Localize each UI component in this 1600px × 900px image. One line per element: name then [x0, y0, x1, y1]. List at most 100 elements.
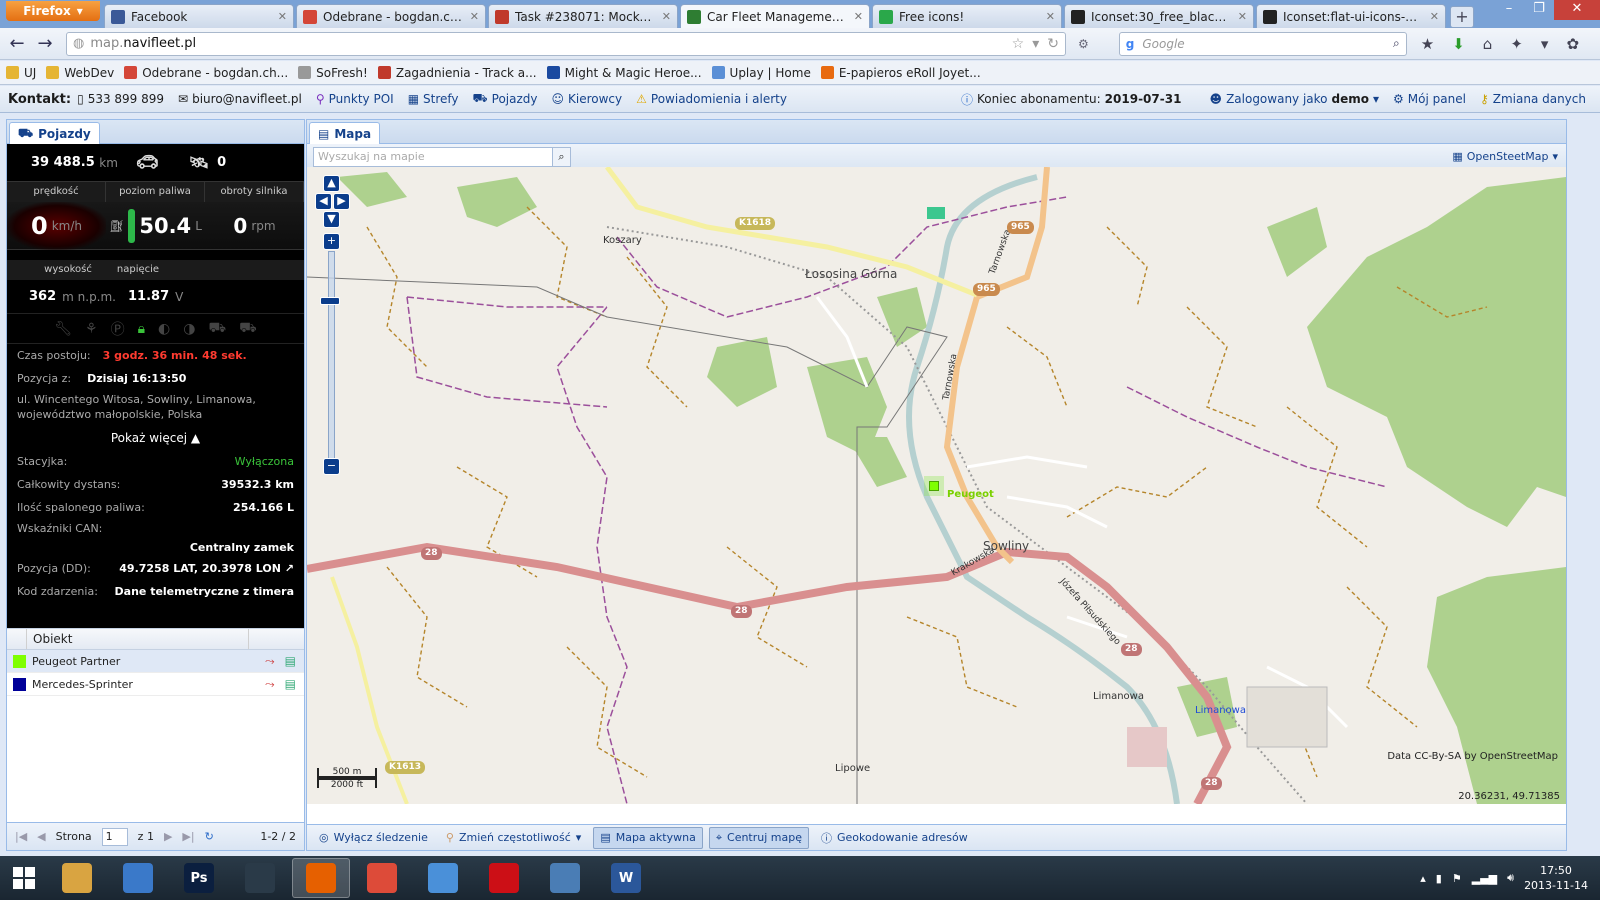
- restore-button[interactable]: ❐: [1524, 0, 1554, 20]
- tab-vehicles[interactable]: ⛟ Pojazdy: [9, 122, 100, 144]
- last-page-button[interactable]: ▶|: [182, 830, 194, 843]
- close-tab-icon[interactable]: ✕: [278, 10, 287, 23]
- taskbar-app-image-viewer[interactable]: [536, 858, 594, 898]
- forward-button[interactable]: →: [34, 33, 56, 55]
- bookmark-item[interactable]: E-papieros eRoll Joyet...: [820, 66, 981, 80]
- network-icon[interactable]: ▮: [1436, 872, 1442, 885]
- start-button[interactable]: [0, 856, 48, 900]
- details-icon[interactable]: ▤: [285, 677, 296, 692]
- volume-icon[interactable]: 🔊︎: [1507, 871, 1514, 885]
- bookmark-item[interactable]: Zagadnienia - Track a...: [377, 66, 537, 80]
- next-page-button[interactable]: ▶: [164, 830, 172, 843]
- column-object[interactable]: Obiekt: [27, 629, 249, 649]
- addon-icon[interactable]: ⚙: [1078, 37, 1089, 51]
- taskbar-app-explorer[interactable]: [48, 858, 106, 898]
- tab-map[interactable]: ▤ Mapa: [309, 122, 381, 144]
- menu-alerts[interactable]: Powiadomienia i alerty: [651, 92, 787, 106]
- disable-tracking-button[interactable]: ◎ Wyłącz śledzenie: [313, 827, 434, 849]
- minimize-button[interactable]: –: [1494, 0, 1524, 20]
- prev-page-button[interactable]: ◀: [37, 830, 45, 843]
- url-bar[interactable]: ◍ map.navifleet.pl ☆ ▾ ↻: [66, 31, 1066, 56]
- geocoding-button[interactable]: ⓘ Geokodowanie adresów: [815, 827, 974, 849]
- email-link[interactable]: biuro@navifleet.pl: [192, 92, 302, 106]
- browser-tab[interactable]: Odebrane - bogdan.chwal...✕: [296, 4, 486, 28]
- taskbar-app-alien[interactable]: [231, 858, 289, 898]
- download-icon[interactable]: ⬇: [1452, 35, 1465, 53]
- taskbar-app-firefox[interactable]: [292, 858, 350, 898]
- firefox-menu-button[interactable]: Firefox ▾: [6, 1, 100, 21]
- search-icon[interactable]: ⌕: [553, 146, 571, 167]
- close-tab-icon[interactable]: ✕: [854, 10, 863, 23]
- close-tab-icon[interactable]: ✕: [470, 10, 479, 23]
- bookmark-item[interactable]: Might & Magic Heroe...: [546, 66, 702, 80]
- bookmarks-icon[interactable]: ★: [1421, 35, 1434, 53]
- menu-icon[interactable]: ▾: [1541, 35, 1549, 53]
- tools-icon[interactable]: ✿: [1566, 35, 1579, 53]
- taskbar-app-control-panel[interactable]: [109, 858, 167, 898]
- user-menu[interactable]: demo: [1332, 92, 1369, 106]
- external-link-icon[interactable]: ↗: [285, 562, 294, 575]
- reload-icon[interactable]: ↻: [1047, 36, 1059, 52]
- menu-zones[interactable]: Strefy: [423, 92, 459, 106]
- clock[interactable]: 17:50 2013-11-14: [1524, 863, 1588, 893]
- bookmark-item[interactable]: Odebrane - bogdan.ch...: [124, 66, 288, 80]
- zoom-out-button[interactable]: −: [323, 458, 340, 475]
- show-hidden-icon[interactable]: ▴: [1420, 872, 1426, 885]
- search-icon[interactable]: ⌕: [1393, 36, 1400, 51]
- page-input[interactable]: 1: [101, 827, 128, 846]
- pan-up-button[interactable]: ▲: [323, 175, 340, 192]
- taskbar-app-opera[interactable]: [475, 858, 533, 898]
- bookmark-item[interactable]: Uplay | Home: [711, 66, 811, 80]
- pan-right-button[interactable]: ▶: [333, 193, 350, 210]
- bookmark-item[interactable]: WebDev: [46, 66, 114, 80]
- close-tab-icon[interactable]: ✕: [1046, 10, 1055, 23]
- pan-down-button[interactable]: ▼: [323, 211, 340, 228]
- browser-tab[interactable]: Facebook ✕: [104, 4, 294, 28]
- table-row[interactable]: Peugeot Partner ⤳ ▤: [7, 650, 304, 673]
- zoom-slider-thumb[interactable]: [320, 297, 340, 305]
- route-icon[interactable]: ⤳: [265, 677, 275, 692]
- layer-switcher[interactable]: ▦ OpenSteetMap ▾: [1452, 150, 1558, 163]
- browser-tab[interactable]: Iconset:flat-ui-icons-24-px...✕: [1256, 4, 1446, 28]
- taskbar-app-chrome[interactable]: [353, 858, 411, 898]
- bookmark-item[interactable]: UJ: [6, 66, 36, 80]
- show-more-button[interactable]: Pokaż więcej ▲: [17, 428, 294, 450]
- close-tab-icon[interactable]: ✕: [1238, 10, 1247, 23]
- taskbar-app-photoshop[interactable]: Ps: [170, 858, 228, 898]
- signal-icon[interactable]: ▂▄▆: [1472, 872, 1497, 885]
- refresh-icon[interactable]: ↻: [205, 830, 214, 843]
- zoom-in-button[interactable]: +: [323, 233, 340, 250]
- taskbar-app-word[interactable]: W: [597, 858, 655, 898]
- zoom-slider[interactable]: [328, 251, 335, 463]
- change-frequency-button[interactable]: ⚲ Zmień częstotliwość ▾: [440, 827, 587, 849]
- dropdown-icon[interactable]: ▾: [1032, 36, 1039, 52]
- close-window-button[interactable]: ✕: [1554, 0, 1600, 20]
- map-search-input[interactable]: Wyszukaj na mapie: [313, 146, 553, 167]
- back-button[interactable]: ←: [6, 33, 28, 55]
- browser-tab[interactable]: Free icons! ✕: [872, 4, 1062, 28]
- table-row[interactable]: Mercedes-Sprinter ⤳ ▤: [7, 673, 304, 696]
- browser-tab[interactable]: Car Fleet Management | G...✕: [680, 4, 870, 28]
- menu-vehicles[interactable]: Pojazdy: [492, 92, 538, 106]
- menu-poi[interactable]: Punkty POI: [329, 92, 394, 106]
- extension-icon[interactable]: ✦: [1510, 35, 1523, 53]
- map-canvas[interactable]: ▲ ◀ ▶ ▼ + − Koszary Łososina Górna Sowli…: [307, 167, 1566, 804]
- browser-tab[interactable]: Iconset:30_free_black_tool...✕: [1064, 4, 1254, 28]
- search-bar[interactable]: g Google ⌕: [1118, 31, 1407, 56]
- chevron-down-icon[interactable]: ▾: [1373, 92, 1379, 106]
- map-active-toggle[interactable]: ▤ Mapa aktywna: [593, 826, 703, 849]
- flag-icon[interactable]: ⚑: [1452, 872, 1462, 885]
- vehicle-marker-peugeot[interactable]: [929, 481, 939, 491]
- first-page-button[interactable]: |◀: [15, 830, 27, 843]
- route-icon[interactable]: ⤳: [265, 654, 275, 669]
- star-icon[interactable]: ☆: [1012, 36, 1025, 52]
- details-icon[interactable]: ▤: [285, 654, 296, 669]
- center-map-button[interactable]: ⌖ Centruj mapę: [708, 826, 810, 849]
- my-panel-link[interactable]: Mój panel: [1408, 92, 1466, 106]
- home-icon[interactable]: ⌂: [1483, 35, 1493, 53]
- close-tab-icon[interactable]: ✕: [1430, 10, 1439, 23]
- change-data-link[interactable]: Zmiana danych: [1493, 92, 1586, 106]
- menu-drivers[interactable]: Kierowcy: [568, 92, 622, 106]
- bookmark-item[interactable]: SoFresh!: [298, 66, 368, 80]
- new-tab-button[interactable]: +: [1450, 6, 1474, 28]
